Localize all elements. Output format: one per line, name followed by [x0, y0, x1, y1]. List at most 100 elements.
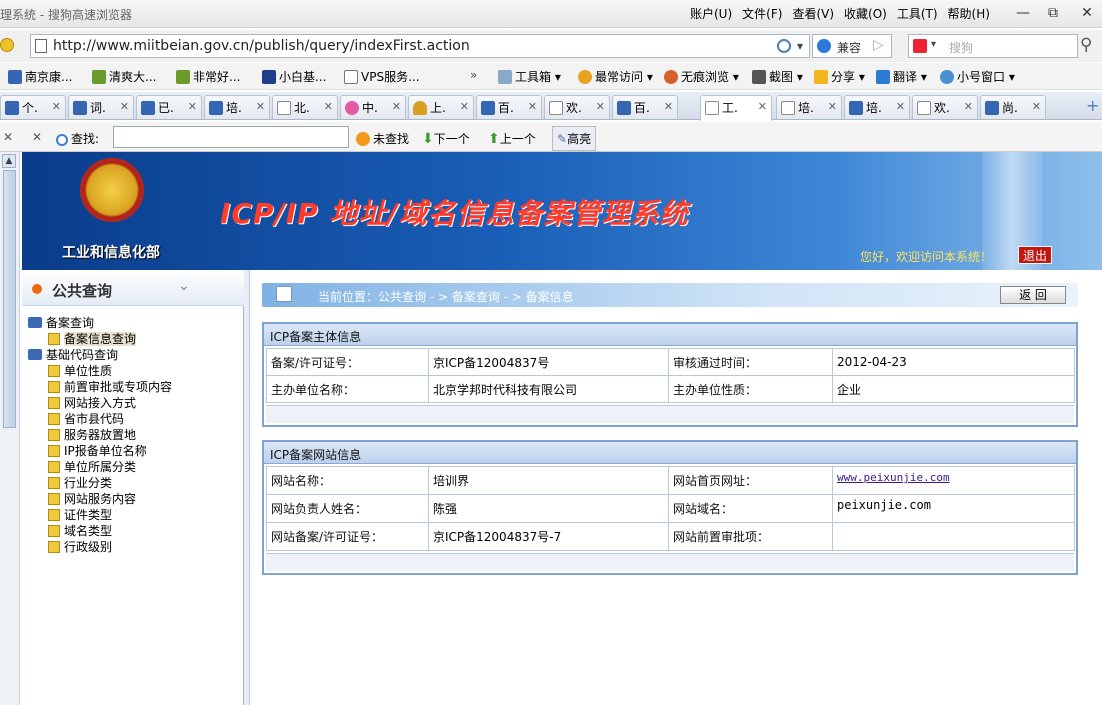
sidebar-splitter[interactable] [244, 270, 250, 705]
back-button[interactable]: 返 回 [1000, 286, 1066, 304]
restore-icon[interactable]: ⧉ [1040, 3, 1066, 23]
back-icon[interactable] [0, 38, 14, 52]
chevron-down-icon[interactable]: ▾ [931, 39, 936, 50]
tab-close-icon[interactable]: ✕ [256, 100, 265, 113]
bookmark-1[interactable]: 南京康... [8, 68, 72, 85]
tab[interactable]: 培. ✕ [776, 95, 842, 119]
sidebar: 公共查询 ⌄ 备案查询 备案信息查询 基础代码查询 单位性质 前置审批或专项内容… [22, 270, 244, 705]
search-box[interactable]: ▾ 搜狗 [908, 34, 1078, 58]
tree-item[interactable]: 单位性质 [48, 362, 112, 379]
security-icon [777, 39, 791, 53]
tab-close-icon[interactable]: ✕ [460, 100, 469, 113]
tab-close-icon[interactable]: ✕ [596, 100, 605, 113]
tab[interactable]: 培. ✕ [844, 95, 910, 119]
tool-translate[interactable]: 翻译 ▾ [876, 68, 927, 85]
tab[interactable]: 欢. ✕ [912, 95, 978, 119]
tab[interactable]: 已. ✕ [136, 95, 202, 119]
new-tab-icon[interactable]: + [1086, 96, 1099, 115]
tool-incognito[interactable]: 无痕浏览 ▾ [664, 68, 739, 85]
tree-item[interactable]: 网站服务内容 [48, 490, 136, 507]
find-status: 未查找 [356, 130, 409, 147]
page-edit-icon [48, 333, 60, 345]
tool-most-visited[interactable]: 最常访问 ▾ [578, 68, 653, 85]
tab[interactable]: 个. ✕ [0, 95, 66, 119]
more-bookmarks-icon[interactable]: » [470, 68, 477, 82]
menu-file[interactable]: 文件(F) [742, 5, 782, 22]
bookmark-2[interactable]: 清爽大... [92, 68, 156, 85]
find-input[interactable] [113, 126, 349, 148]
scroll-thumb[interactable] [3, 170, 16, 428]
home-icon[interactable] [276, 286, 292, 302]
tab-close-icon[interactable]: ✕ [528, 100, 537, 113]
tree-item[interactable]: 域名类型 [48, 522, 112, 539]
search-icon[interactable]: ⚲ [1080, 35, 1092, 55]
tab-close-icon[interactable]: ✕ [120, 100, 129, 113]
tool-small-window[interactable]: 小号窗口 ▾ [940, 68, 1015, 85]
vertical-scrollbar[interactable]: ▲ [0, 152, 20, 705]
tab[interactable]: 中. ✕ [340, 95, 406, 119]
find-prev-button[interactable]: ⬆上一个 [488, 130, 536, 147]
tree-item[interactable]: 省市县代码 [48, 410, 124, 427]
close-icon[interactable]: ✕ [1074, 3, 1100, 23]
logout-button[interactable]: 退出 [1018, 246, 1052, 264]
tree-item[interactable]: 网站接入方式 [48, 394, 136, 411]
tab[interactable]: 培. ✕ [204, 95, 270, 119]
tree-item[interactable]: IP报备单位名称 [48, 442, 147, 459]
search-input[interactable]: 搜狗 [949, 39, 973, 56]
tab-close-icon[interactable]: ✕ [392, 100, 401, 113]
scroll-up-icon[interactable]: ▲ [2, 154, 16, 168]
bookmark-4[interactable]: 小白基... [262, 68, 326, 85]
tool-share[interactable]: 分享 ▾ [814, 68, 865, 85]
tab-close-icon[interactable]: ✕ [324, 100, 333, 113]
chevron-down-icon[interactable]: ▾ [797, 39, 803, 53]
tab-close-icon[interactable]: ✕ [52, 100, 61, 113]
tree-item[interactable]: 行业分类 [48, 474, 112, 491]
tree-item-base-code-query[interactable]: 基础代码查询 [28, 346, 118, 363]
tree-item[interactable]: 证件类型 [48, 506, 112, 523]
menu-favorites[interactable]: 收藏(O) [844, 5, 887, 22]
menu-help[interactable]: 帮助(H) [948, 5, 990, 22]
tab[interactable]: 百. ✕ [612, 95, 678, 119]
tab-active[interactable]: 工. ✕ [700, 95, 772, 121]
compat-mode-button[interactable]: 兼容 ▷ [812, 34, 892, 58]
tool-toolbox[interactable]: 工具箱 ▾ [498, 68, 561, 85]
find-close-icon[interactable]: ✕ [32, 130, 42, 144]
menu-account[interactable]: 账户(U) [690, 5, 732, 22]
sidebar-header[interactable]: 公共查询 ⌄ [22, 270, 244, 306]
tab[interactable]: 北. ✕ [272, 95, 338, 119]
tab-close-icon[interactable]: ✕ [1032, 100, 1041, 113]
find-next-button[interactable]: ⬇下一个 [422, 130, 470, 147]
breadcrumb: 当前位置：公共查询 - > 备案查询 - > 备案信息 [262, 283, 1078, 307]
tab-close-icon[interactable]: ✕ [964, 100, 973, 113]
tab-close-icon[interactable]: ✕ [664, 100, 673, 113]
bookmark-label: 小白基... [279, 70, 327, 84]
menu-view[interactable]: 查看(V) [792, 5, 834, 22]
panel-close-icon[interactable]: ✕ [3, 130, 13, 144]
tree-item-filing-query[interactable]: 备案查询 [28, 314, 94, 331]
tree-item[interactable]: 单位所属分类 [48, 458, 136, 475]
tab-close-icon[interactable]: ✕ [828, 100, 837, 113]
menu-tools[interactable]: 工具(T) [897, 5, 938, 22]
highlight-button[interactable]: ✎高亮 [552, 126, 597, 151]
tab-close-icon[interactable]: ✕ [188, 100, 197, 113]
page-icon [705, 101, 719, 115]
tab-close-icon[interactable]: ✕ [758, 100, 767, 113]
tab[interactable]: 词. ✕ [68, 95, 134, 119]
tab-strip: 个. ✕ 词. ✕ 已. ✕ 培. ✕ 北. ✕ 中. ✕ 上. ✕ 百. ✕ 欢. ✕ 百. ✕ … [0, 92, 1102, 121]
tree-item[interactable]: 行政级别 [48, 538, 112, 555]
tree-item[interactable]: 前置审批或专项内容 [48, 378, 172, 395]
tab[interactable]: 欢. ✕ [544, 95, 610, 119]
tab[interactable]: 上. ✕ [408, 95, 474, 119]
tool-screenshot[interactable]: 截图 ▾ [752, 68, 803, 85]
tree-item[interactable]: 服务器放置地 [48, 426, 136, 443]
tree-item-filing-info-query[interactable]: 备案信息查询 [48, 330, 137, 347]
tab[interactable]: 百. ✕ [476, 95, 542, 119]
homepage-link[interactable]: www.peixunjie.com [837, 471, 950, 484]
minimize-icon[interactable]: — [1010, 3, 1036, 23]
bookmark-5[interactable]: VPS服务... [344, 68, 420, 85]
address-bar[interactable]: http://www.miitbeian.gov.cn/publish/quer… [30, 34, 810, 58]
bookmark-3[interactable]: 非常好... [176, 68, 240, 85]
tab-close-icon[interactable]: ✕ [896, 100, 905, 113]
collapse-icon[interactable]: ⌄ [178, 278, 190, 294]
tab[interactable]: 尚. ✕ [980, 95, 1046, 119]
